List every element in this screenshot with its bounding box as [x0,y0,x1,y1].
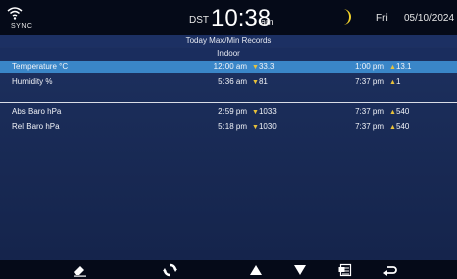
screen: SYNC DST 10:38 am Fri 05/10/2024 Today M… [0,0,457,279]
page-title: Today Max/Min Records [0,35,457,47]
max-value: ▼81 [252,77,268,86]
table-row[interactable]: Rel Baro hPa 5:18 pm ▼1030 7:37 pm ▲540 [0,121,457,133]
min-value: ▲540 [389,122,410,131]
min-marker-icon: ▲ [389,124,396,131]
min-marker-icon: ▲ [389,79,396,86]
min-marker-icon: ▲ [389,64,396,71]
sync-label: SYNC [11,23,33,30]
min-value: ▲1 [389,77,401,86]
max-marker-icon: ▼ [252,109,259,116]
divider [0,102,457,103]
status-bar: SYNC DST 10:38 am Fri 05/10/2024 [0,0,457,35]
table-row[interactable]: Temperature °C 12:00 am ▼33.3 1:00 pm ▲1… [0,61,457,73]
wifi-icon [7,6,23,20]
erase-button[interactable] [68,260,92,279]
table-row[interactable]: Abs Baro hPa 2:59 pm ▼1033 7:37 pm ▲540 [0,106,457,118]
refresh-icon [163,263,177,277]
min-value: ▲540 [389,107,410,116]
row-label: Temperature °C [12,62,69,71]
weekday: Fri [376,13,388,24]
row-label: Abs Baro hPa [12,107,62,116]
min-time: 7:37 pm [355,107,384,116]
row-label: Rel Baro hPa [12,122,60,131]
refresh-button[interactable] [158,260,182,279]
max-marker-icon: ▼ [252,79,259,86]
max-marker-icon: ▼ [252,124,259,131]
scroll-up-button[interactable] [245,260,267,279]
min-marker-icon: ▲ [389,109,396,116]
max-time: 5:36 am [218,77,247,86]
bottom-toolbar [0,260,457,279]
min-time: 1:00 pm [355,62,384,71]
back-icon [383,264,397,276]
table-row[interactable]: Humidity % 5:36 am ▼81 7:37 pm ▲1 [0,76,457,88]
eraser-icon [73,263,87,277]
date: 05/10/2024 [404,13,455,24]
back-button[interactable] [378,260,402,279]
row-label: Humidity % [12,77,53,86]
dst-label: DST [189,15,209,26]
max-marker-icon: ▼ [252,64,259,71]
moon-icon [341,8,352,26]
clock-ampm: am [261,17,274,27]
export-button[interactable] [333,260,357,279]
max-value: ▼1033 [252,107,277,116]
max-time: 5:18 pm [218,122,247,131]
min-time: 7:37 pm [355,122,384,131]
section-title: Indoor [0,48,457,60]
max-value: ▼1030 [252,122,277,131]
export-icon [338,263,352,277]
arrow-down-icon [294,264,306,275]
max-time: 12:00 am [213,62,247,71]
arrow-up-icon [250,264,262,275]
min-value: ▲13.1 [389,62,412,71]
max-value: ▼33.3 [252,62,275,71]
scroll-down-button[interactable] [289,260,311,279]
min-time: 7:37 pm [355,77,384,86]
max-time: 2:59 pm [218,107,247,116]
